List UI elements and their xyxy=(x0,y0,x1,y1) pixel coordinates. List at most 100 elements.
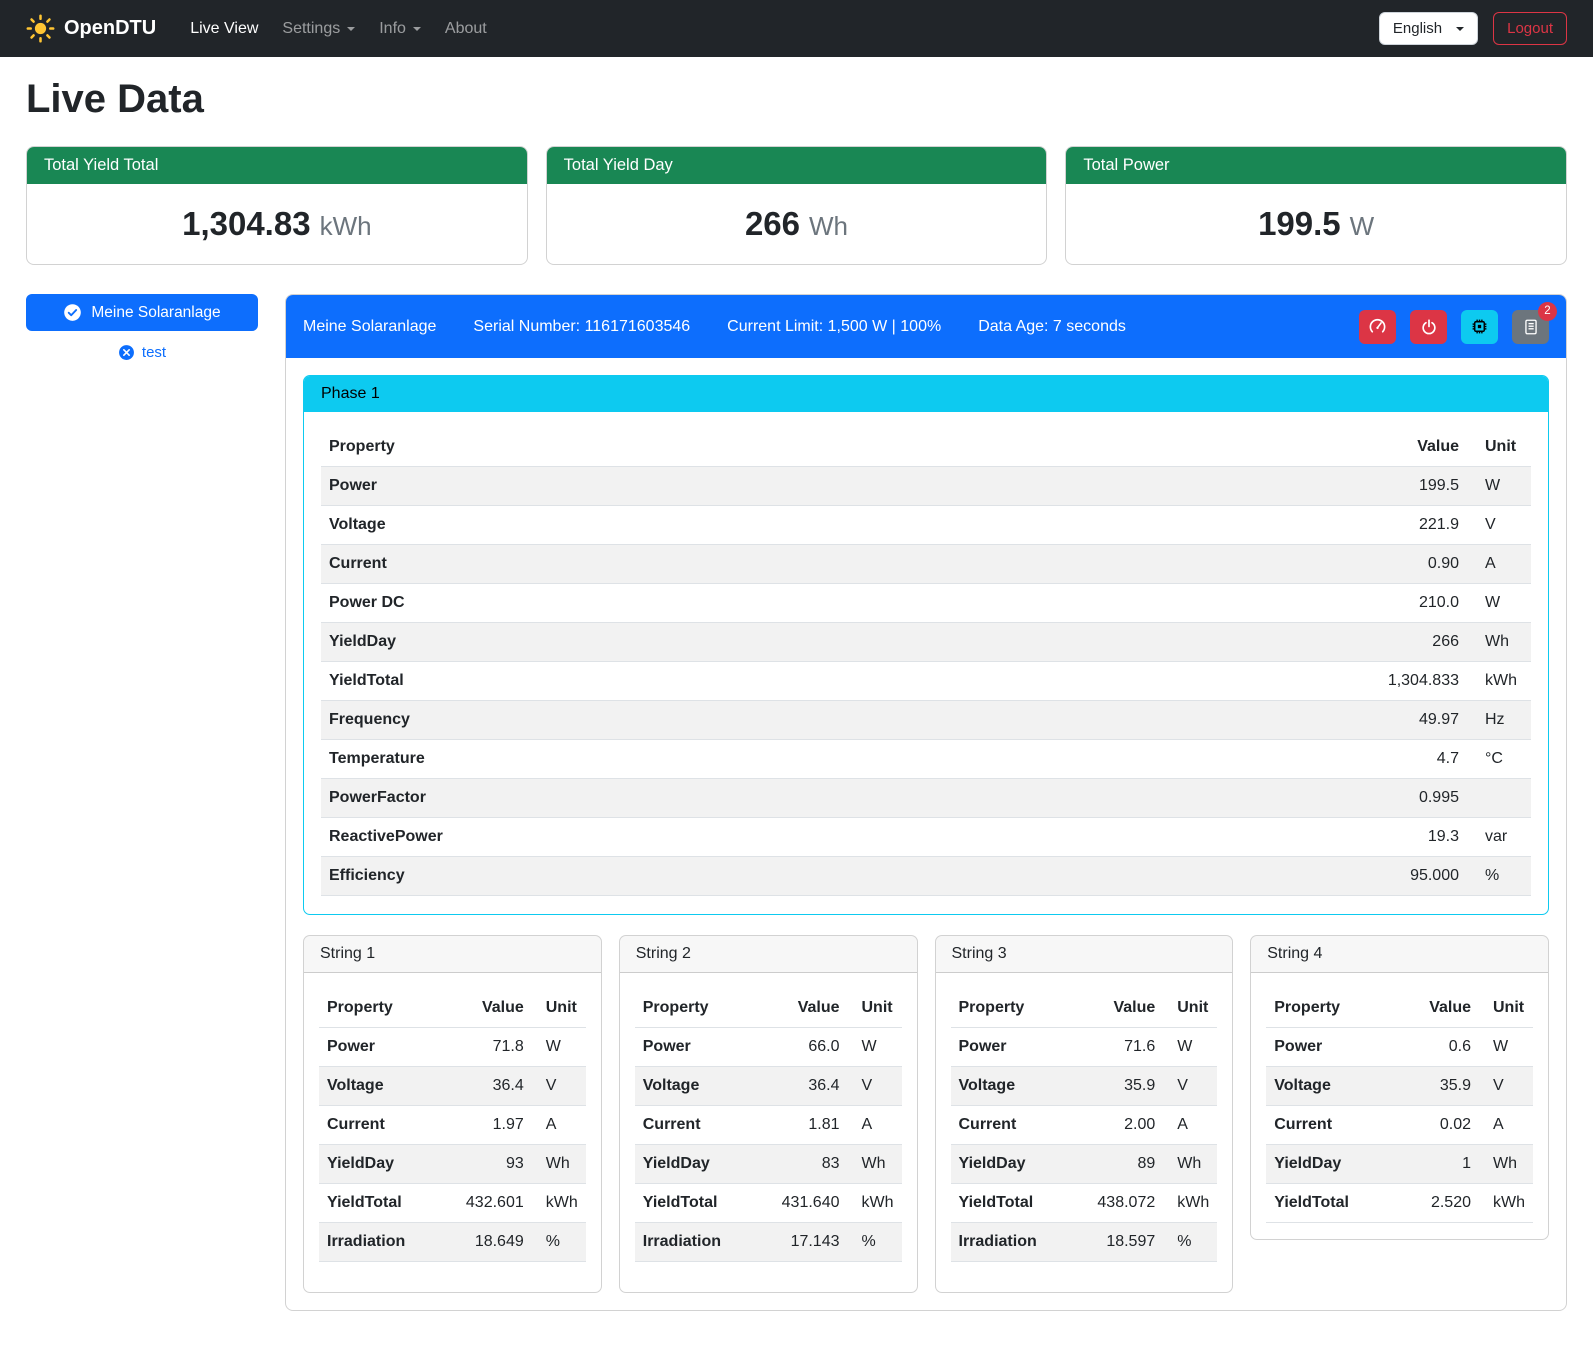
table-row: Irradiation18.597% xyxy=(951,1223,1218,1262)
card-title: Total Power xyxy=(1066,147,1566,184)
value-unit: W xyxy=(1350,211,1375,241)
table-row: YieldTotal432.601kWh xyxy=(319,1184,586,1223)
string-3-table-body: Power71.6WVoltage35.9VCurrent2.00AYieldD… xyxy=(951,1028,1218,1262)
sidebar-item-meine-solaranlage[interactable]: Meine Solaranlage xyxy=(26,294,258,331)
row-property: ReactivePower xyxy=(321,818,1241,857)
row-unit: W xyxy=(1467,584,1531,623)
row-value: 83 xyxy=(773,1145,847,1184)
brand-label: OpenDTU xyxy=(64,17,156,40)
check-circle-icon xyxy=(63,303,82,322)
table-header-row: Property Value Unit xyxy=(635,989,902,1028)
nav-item-info[interactable]: Info xyxy=(367,12,433,46)
row-value: 71.8 xyxy=(458,1028,532,1067)
card-value: 199.5 W xyxy=(1066,184,1566,264)
nav-item-live-view[interactable]: Live View xyxy=(178,12,270,46)
nav-item-label: About xyxy=(445,20,487,38)
row-value: 36.4 xyxy=(773,1067,847,1106)
logout-button[interactable]: Logout xyxy=(1493,12,1567,45)
string-table-head: Property Value Unit xyxy=(319,989,586,1028)
row-property: YieldTotal xyxy=(319,1184,458,1223)
sidebar-item-label: test xyxy=(142,344,166,361)
table-row: YieldTotal1,304.833kWh xyxy=(321,662,1531,701)
row-value: 221.9 xyxy=(1241,506,1467,545)
string-card-body: Property Value Unit Power66.0WVoltage36.… xyxy=(620,973,917,1292)
row-property: YieldTotal xyxy=(321,662,1241,701)
device-info-button[interactable] xyxy=(1461,310,1498,344)
table-header-row: Property Value Unit xyxy=(321,428,1531,467)
value-number: 199.5 xyxy=(1258,205,1341,242)
table-row: Voltage35.9V xyxy=(951,1067,1218,1106)
row-property: Voltage xyxy=(321,506,1241,545)
table-row: ReactivePower19.3var xyxy=(321,818,1531,857)
total-yield-total-card: Total Yield Total 1,304.83kWh xyxy=(26,146,528,265)
table-row: Voltage36.4V xyxy=(319,1067,586,1106)
row-unit: V xyxy=(1467,506,1531,545)
row-value: 1 xyxy=(1405,1145,1479,1184)
speedometer-icon xyxy=(1368,317,1387,336)
column-header-property: Property xyxy=(1266,989,1405,1028)
cpu-icon xyxy=(1470,317,1489,336)
row-property: Frequency xyxy=(321,701,1241,740)
table-row: Efficiency95.000% xyxy=(321,857,1531,896)
brand-link[interactable]: OpenDTU xyxy=(26,14,156,43)
row-property: Voltage xyxy=(951,1067,1090,1106)
card-title: Total Yield Total xyxy=(27,147,527,184)
column-header-value: Value xyxy=(773,989,847,1028)
row-value: 2.00 xyxy=(1089,1106,1163,1145)
table-row: YieldTotal2.520kWh xyxy=(1266,1184,1533,1223)
row-unit: V xyxy=(1479,1067,1533,1106)
page-title: Live Data xyxy=(26,77,1567,122)
table-header-row: Property Value Unit xyxy=(951,989,1218,1028)
nav-item-settings[interactable]: Settings xyxy=(270,12,367,46)
string-2-table-body: Power66.0WVoltage36.4VCurrent1.81AYieldD… xyxy=(635,1028,902,1262)
column-header-value: Value xyxy=(1241,428,1467,467)
row-unit: Wh xyxy=(1163,1145,1217,1184)
row-unit: Hz xyxy=(1467,701,1531,740)
language-select[interactable]: English xyxy=(1379,12,1478,45)
row-property: PowerFactor xyxy=(321,779,1241,818)
row-value: 266 xyxy=(1241,623,1467,662)
row-property: YieldTotal xyxy=(1266,1184,1405,1223)
table-row: Frequency49.97Hz xyxy=(321,701,1531,740)
chevron-down-icon xyxy=(347,27,355,31)
nav-item-about[interactable]: About xyxy=(433,12,499,46)
summary-cards: Total Yield Total 1,304.83kWh Total Yiel… xyxy=(26,146,1567,265)
row-unit: Wh xyxy=(1467,623,1531,662)
row-value: 0.6 xyxy=(1405,1028,1479,1067)
column-header-unit: Unit xyxy=(1467,428,1531,467)
table-row: YieldDay266Wh xyxy=(321,623,1531,662)
power-settings-button[interactable] xyxy=(1410,310,1447,344)
column-header-unit: Unit xyxy=(1163,989,1217,1028)
table-row: Power199.5W xyxy=(321,467,1531,506)
inverter-panel: Meine Solaranlage Serial Number: 1161716… xyxy=(285,294,1567,1311)
value-number: 1,304.83 xyxy=(182,205,310,242)
total-yield-day-card: Total Yield Day 266Wh xyxy=(546,146,1048,265)
table-header-row: Property Value Unit xyxy=(1266,989,1533,1028)
column-header-unit: Unit xyxy=(848,989,902,1028)
row-unit: V xyxy=(848,1067,902,1106)
string-4-card: String 4 Property Value Unit xyxy=(1250,935,1549,1240)
table-row: Power71.8W xyxy=(319,1028,586,1067)
table-row: Current1.81A xyxy=(635,1106,902,1145)
row-unit: kWh xyxy=(848,1184,902,1223)
sidebar-item-test[interactable]: test xyxy=(26,344,258,361)
row-value: 35.9 xyxy=(1089,1067,1163,1106)
table-row: YieldDay93Wh xyxy=(319,1145,586,1184)
main-row: Meine Solaranlage test Meine Solaranlage… xyxy=(26,294,1567,1311)
row-property: Irradiation xyxy=(319,1223,458,1262)
sidebar-item-label: Meine Solaranlage xyxy=(91,304,220,322)
table-row: Irradiation18.649% xyxy=(319,1223,586,1262)
table-row: Power71.6W xyxy=(951,1028,1218,1067)
row-value: 210.0 xyxy=(1241,584,1467,623)
inverter-serial: Serial Number: 116171603546 xyxy=(473,318,690,336)
table-row: YieldTotal438.072kWh xyxy=(951,1184,1218,1223)
event-log-button[interactable]: 2 xyxy=(1512,310,1549,344)
row-property: Voltage xyxy=(1266,1067,1405,1106)
row-unit: W xyxy=(1479,1028,1533,1067)
row-unit: var xyxy=(1467,818,1531,857)
limit-settings-button[interactable] xyxy=(1359,310,1396,344)
phase-card-title: Phase 1 xyxy=(304,376,1548,412)
row-value: 438.072 xyxy=(1089,1184,1163,1223)
table-row: Power0.6W xyxy=(1266,1028,1533,1067)
row-value: 1,304.833 xyxy=(1241,662,1467,701)
